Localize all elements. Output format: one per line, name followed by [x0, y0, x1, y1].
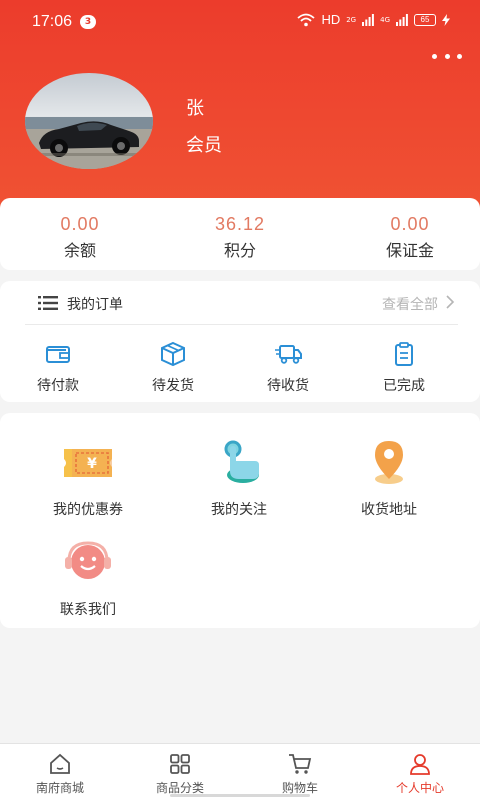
- signal-bars-icon: [362, 13, 375, 26]
- deposit-stat[interactable]: 0.00 保证金: [330, 198, 480, 261]
- profile-header: 17:06 3 HD 2G 4G 65 张 会员: [0, 0, 480, 230]
- network-type: HD: [321, 12, 341, 27]
- tab-home-label: 南府商城: [35, 781, 84, 795]
- status-bar: 17:06 3 HD 2G 4G 65: [0, 0, 480, 42]
- order-completed[interactable]: 已完成: [354, 341, 454, 395]
- home-icon: [50, 753, 70, 774]
- order-pending-receipt-label: 待收货: [267, 378, 309, 394]
- orders-header[interactable]: 我的订单 查看全部: [25, 281, 458, 325]
- location-pin-icon: [375, 441, 403, 484]
- coupon-icon: ¥: [64, 449, 112, 477]
- my-coupons-label: 我的优惠券: [53, 502, 123, 518]
- membership-level: 会员: [186, 135, 222, 156]
- my-follows-item[interactable]: 我的关注: [174, 439, 304, 519]
- points-label: 积分: [223, 241, 256, 260]
- services-card: ¥ 我的优惠券 我的关注 收货地址 联系我们: [0, 413, 480, 628]
- user-icon: [410, 754, 430, 775]
- charging-icon: [442, 13, 450, 26]
- balance-value: 0.00: [60, 214, 100, 234]
- order-pending-payment[interactable]: 待付款: [8, 341, 108, 395]
- package-icon: [161, 341, 185, 367]
- notification-badge: 3: [80, 15, 96, 29]
- signal-4g-label: 4G: [380, 15, 390, 24]
- avatar[interactable]: [25, 73, 153, 169]
- svg-text:¥: ¥: [87, 456, 97, 472]
- bottom-tab-bar: 南府商城 商品分类 购物车 个人中心: [0, 743, 480, 800]
- wifi-icon: [297, 13, 316, 26]
- tab-home[interactable]: 南府商城: [0, 752, 120, 796]
- pointer-hand-icon: [224, 440, 259, 483]
- list-icon: [38, 296, 58, 310]
- orders-title: 我的订单: [67, 297, 123, 313]
- deposit-value: 0.00: [390, 214, 430, 234]
- order-pending-receipt[interactable]: 待收货: [238, 341, 338, 395]
- chevron-right-icon: [446, 295, 455, 309]
- contact-us-item[interactable]: 联系我们: [23, 539, 153, 619]
- battery-icon: 65: [414, 13, 436, 26]
- order-pending-shipment[interactable]: 待发货: [123, 341, 223, 395]
- category-grid-icon: [170, 754, 190, 774]
- points-value: 36.12: [214, 214, 266, 234]
- tab-categories[interactable]: 商品分类: [120, 752, 240, 796]
- shipping-address-item[interactable]: 收货地址: [324, 439, 454, 519]
- order-pending-shipment-label: 待发货: [152, 378, 194, 394]
- signal-2g-label: 2G: [346, 15, 357, 24]
- wallet-icon: [46, 346, 70, 363]
- order-completed-label: 已完成: [383, 378, 425, 394]
- contact-us-label: 联系我们: [60, 602, 116, 618]
- truck-icon: [275, 345, 302, 364]
- tab-profile-label: 个人中心: [395, 781, 444, 795]
- points-stat[interactable]: 36.12 积分: [160, 198, 320, 261]
- status-indicators: HD 2G 4G 65: [297, 12, 450, 27]
- cart-icon: [289, 754, 312, 774]
- more-options-button[interactable]: [432, 48, 462, 64]
- my-coupons-item[interactable]: ¥ 我的优惠券: [23, 439, 153, 519]
- balance-label: 余额: [63, 241, 96, 260]
- my-orders-card: 我的订单 查看全部 待付款 待发货 待收货 已完成: [0, 281, 480, 402]
- dot: [457, 53, 462, 59]
- account-stats-card: 0.00 余额 36.12 积分 0.00 保证金: [0, 198, 480, 270]
- home-indicator: [170, 794, 310, 797]
- order-pending-payment-label: 待付款: [37, 378, 79, 394]
- status-time: 17:06: [32, 13, 73, 30]
- tab-profile[interactable]: 个人中心: [360, 752, 480, 796]
- deposit-label: 保证金: [385, 241, 434, 260]
- avatar-car-image: [25, 117, 153, 169]
- tab-cart[interactable]: 购物车: [240, 752, 360, 796]
- dot: [432, 53, 437, 59]
- balance-stat[interactable]: 0.00 余额: [0, 198, 160, 261]
- customer-service-icon: [65, 541, 111, 579]
- dot: [444, 53, 450, 59]
- signal-bars-icon: [396, 13, 408, 26]
- my-follows-label: 我的关注: [211, 502, 267, 518]
- user-name: 张: [186, 98, 204, 119]
- view-all-orders-link[interactable]: 查看全部: [382, 294, 438, 314]
- shipping-address-label: 收货地址: [361, 502, 417, 518]
- clipboard-icon: [395, 342, 413, 366]
